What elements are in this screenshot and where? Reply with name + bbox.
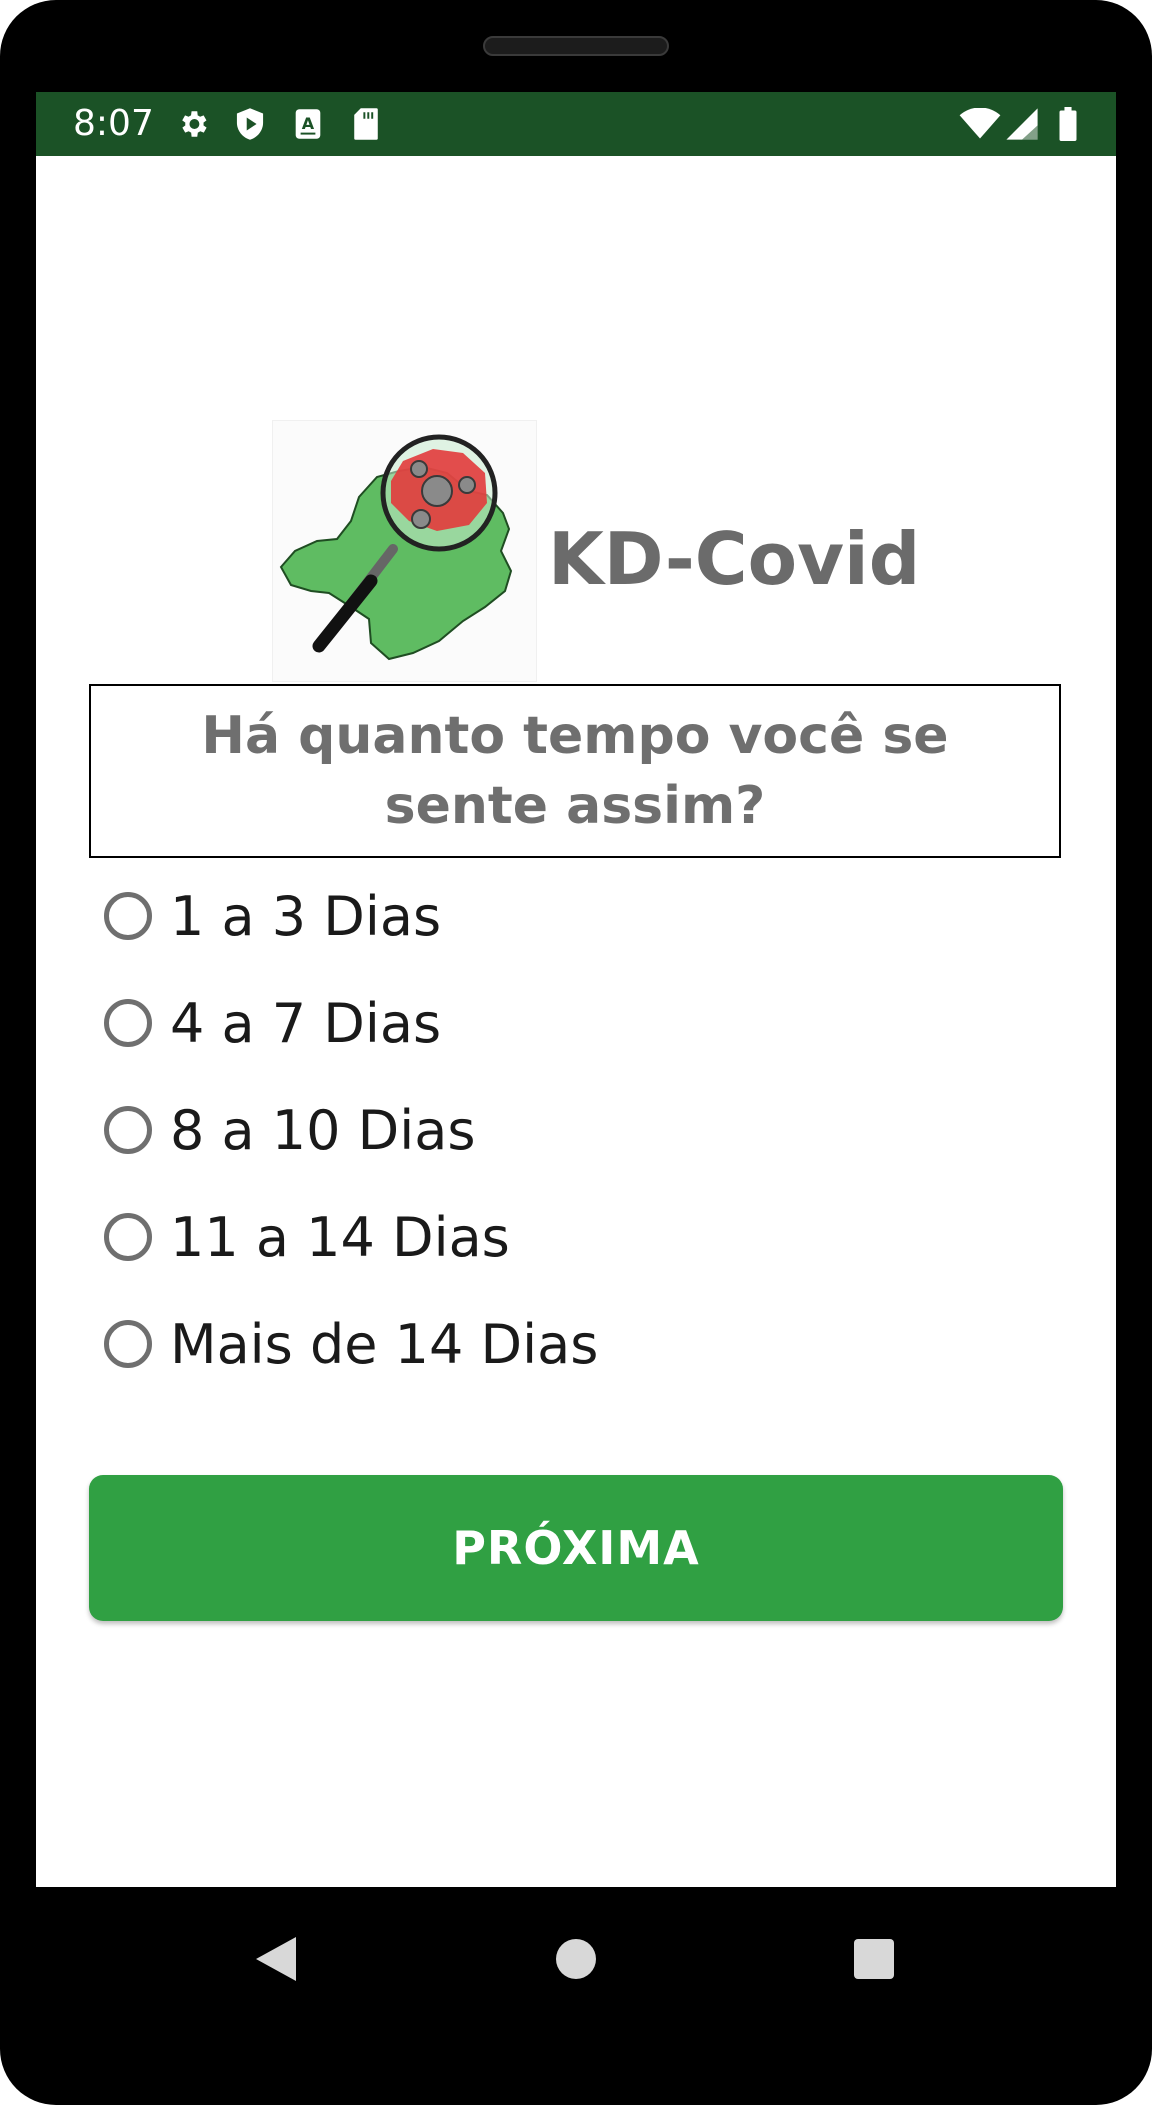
option-label: 11 a 14 Dias (170, 1205, 510, 1269)
option-8-10-days[interactable]: 8 a 10 Dias (104, 1080, 475, 1180)
radio-button[interactable] (104, 1213, 152, 1261)
shield-play-icon (232, 106, 268, 142)
option-label: 1 a 3 Dias (170, 884, 442, 948)
phone-frame: 8:07 A KD-Covid Há quanto tempo você se … (0, 0, 1152, 2105)
option-label: 4 a 7 Dias (170, 991, 442, 1055)
status-time: 8:07 (73, 103, 154, 144)
app-title: KD-Covid (548, 517, 921, 601)
speaker-grille (483, 36, 669, 56)
sd-card-icon (348, 106, 384, 142)
option-more-than-14-days[interactable]: Mais de 14 Dias (104, 1294, 598, 1394)
back-icon[interactable] (246, 1929, 306, 1989)
app-logo (272, 420, 537, 682)
radio-button[interactable] (104, 892, 152, 940)
option-label: 8 a 10 Dias (170, 1098, 476, 1162)
option-label: Mais de 14 Dias (170, 1312, 599, 1376)
recents-icon[interactable] (844, 1929, 904, 1989)
svg-text:A: A (302, 114, 315, 133)
radio-button[interactable] (104, 1320, 152, 1368)
text-a-icon: A (290, 106, 326, 142)
app-screen: 8:07 A KD-Covid Há quanto tempo você se … (36, 92, 1116, 1887)
option-11-14-days[interactable]: 11 a 14 Dias (104, 1187, 510, 1287)
signal-icon (1004, 106, 1040, 142)
option-4-7-days[interactable]: 4 a 7 Dias (104, 973, 441, 1073)
wifi-icon (958, 106, 1002, 142)
navigation-bar (0, 1887, 1152, 2047)
next-button[interactable]: PRÓXIMA (89, 1475, 1063, 1621)
battery-icon (1050, 106, 1086, 142)
question-text: Há quanto tempo você se sente assim? (201, 706, 949, 836)
home-icon[interactable] (546, 1929, 606, 1989)
radio-button[interactable] (104, 1106, 152, 1154)
settings-icon (175, 106, 211, 142)
next-button-label: PRÓXIMA (452, 1521, 700, 1575)
option-1-3-days[interactable]: 1 a 3 Dias (104, 866, 441, 966)
status-bar: 8:07 A (36, 92, 1116, 156)
question-box: Há quanto tempo você se sente assim? (89, 684, 1061, 858)
radio-button[interactable] (104, 999, 152, 1047)
